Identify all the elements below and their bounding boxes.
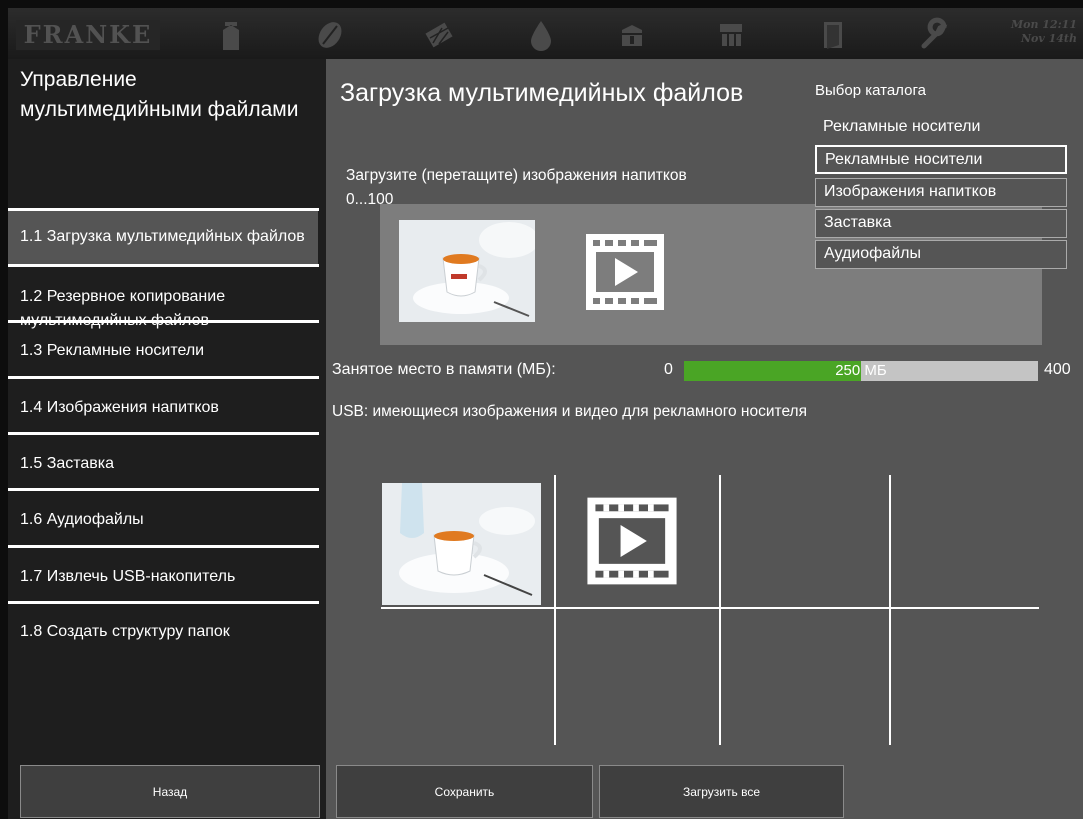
- sidebar-divider: [8, 488, 319, 491]
- sidebar-divider: [8, 264, 319, 267]
- sidebar-divider: [8, 376, 319, 379]
- upload-hint: Загрузите (перетащите) изображения напит…: [346, 167, 687, 184]
- sidebar: Управление мультимедийными файлами 1.1 З…: [8, 59, 326, 819]
- catalog-option-advertising[interactable]: Рекламные носители: [815, 145, 1067, 174]
- cleaning-icon[interactable]: [613, 16, 651, 54]
- usb-video-file-icon[interactable]: [579, 493, 685, 594]
- memory-used-text: 250 МБ: [835, 362, 887, 379]
- page-title: Загрузка мультимедийных файлов: [340, 79, 744, 107]
- sidebar-divider: [8, 601, 319, 604]
- usb-files-label: USB: имеющиеся изображения и видео для р…: [332, 403, 807, 420]
- catalog-selected-value[interactable]: Рекламные носители: [823, 118, 980, 136]
- sidebar-divider: [8, 432, 319, 435]
- sidebar-item-drink-images[interactable]: 1.4 Изображения напитков: [8, 396, 318, 420]
- sidebar-title: Управление мультимедийными файлами: [20, 68, 299, 121]
- grid-line: [889, 475, 891, 745]
- wrench-icon[interactable]: [916, 16, 954, 54]
- save-button[interactable]: Сохранить: [336, 765, 593, 818]
- clock-time: Mon 12:11: [1010, 18, 1077, 31]
- catalog-option-audio[interactable]: Аудиофайлы: [815, 240, 1067, 269]
- catalog-label: Выбор каталога: [815, 82, 926, 99]
- sidebar-item-audio[interactable]: 1.6 Аудиофайлы: [8, 508, 318, 532]
- sidebar-divider: [8, 545, 319, 548]
- sidebar-divider: [8, 320, 319, 323]
- grid-line: [381, 607, 1039, 609]
- drink-image-thumbnail[interactable]: [399, 220, 535, 322]
- door-icon[interactable]: [814, 16, 852, 54]
- chocolate-icon[interactable]: [420, 16, 458, 54]
- grid-line: [719, 475, 721, 745]
- sidebar-item-create-folders[interactable]: 1.8 Создать структуру папок: [8, 620, 318, 644]
- upload-range: 0...100: [346, 191, 394, 208]
- coffee-bean-icon[interactable]: [311, 16, 349, 54]
- upload-all-button[interactable]: Загрузить все: [599, 765, 844, 818]
- top-bar: FRANKE Mon 12:11 Nov 14th: [8, 8, 1083, 59]
- franke-logo: FRANKE: [16, 20, 160, 50]
- sidebar-item-backup-media[interactable]: 1.2 Резервное копирование мультимедийных…: [8, 285, 318, 333]
- sidebar-item-eject-usb[interactable]: 1.7 Извлечь USB-накопитель: [8, 565, 318, 589]
- milk-carton-icon[interactable]: [212, 16, 250, 54]
- water-drop-icon[interactable]: [522, 16, 560, 54]
- cup-rack-icon[interactable]: [712, 16, 750, 54]
- main-panel: Загрузка мультимедийных файлов Загрузите…: [326, 59, 1083, 819]
- memory-max: 400: [1044, 361, 1071, 378]
- video-file-icon[interactable]: [582, 230, 668, 319]
- sidebar-item-advertising[interactable]: 1.3 Рекламные носители: [8, 339, 318, 363]
- clock: Mon 12:11 Nov 14th: [1011, 18, 1077, 46]
- catalog-option-drink-images[interactable]: Изображения напитков: [815, 178, 1067, 207]
- sidebar-item-upload-media[interactable]: 1.1 Загрузка мультимедийных файлов: [8, 211, 318, 264]
- back-button[interactable]: Назад: [20, 765, 320, 818]
- usb-image-thumbnail[interactable]: [382, 483, 541, 605]
- sidebar-item-screensaver[interactable]: 1.5 Заставка: [8, 452, 318, 476]
- memory-usage-bar: 250 МБ: [684, 361, 1038, 381]
- clock-date: Nov 14th: [1021, 32, 1077, 45]
- memory-label: Занятое место в памяти (МБ):: [332, 361, 556, 378]
- grid-line: [554, 475, 556, 745]
- catalog-option-screensaver[interactable]: Заставка: [815, 209, 1067, 238]
- memory-min: 0: [664, 361, 673, 378]
